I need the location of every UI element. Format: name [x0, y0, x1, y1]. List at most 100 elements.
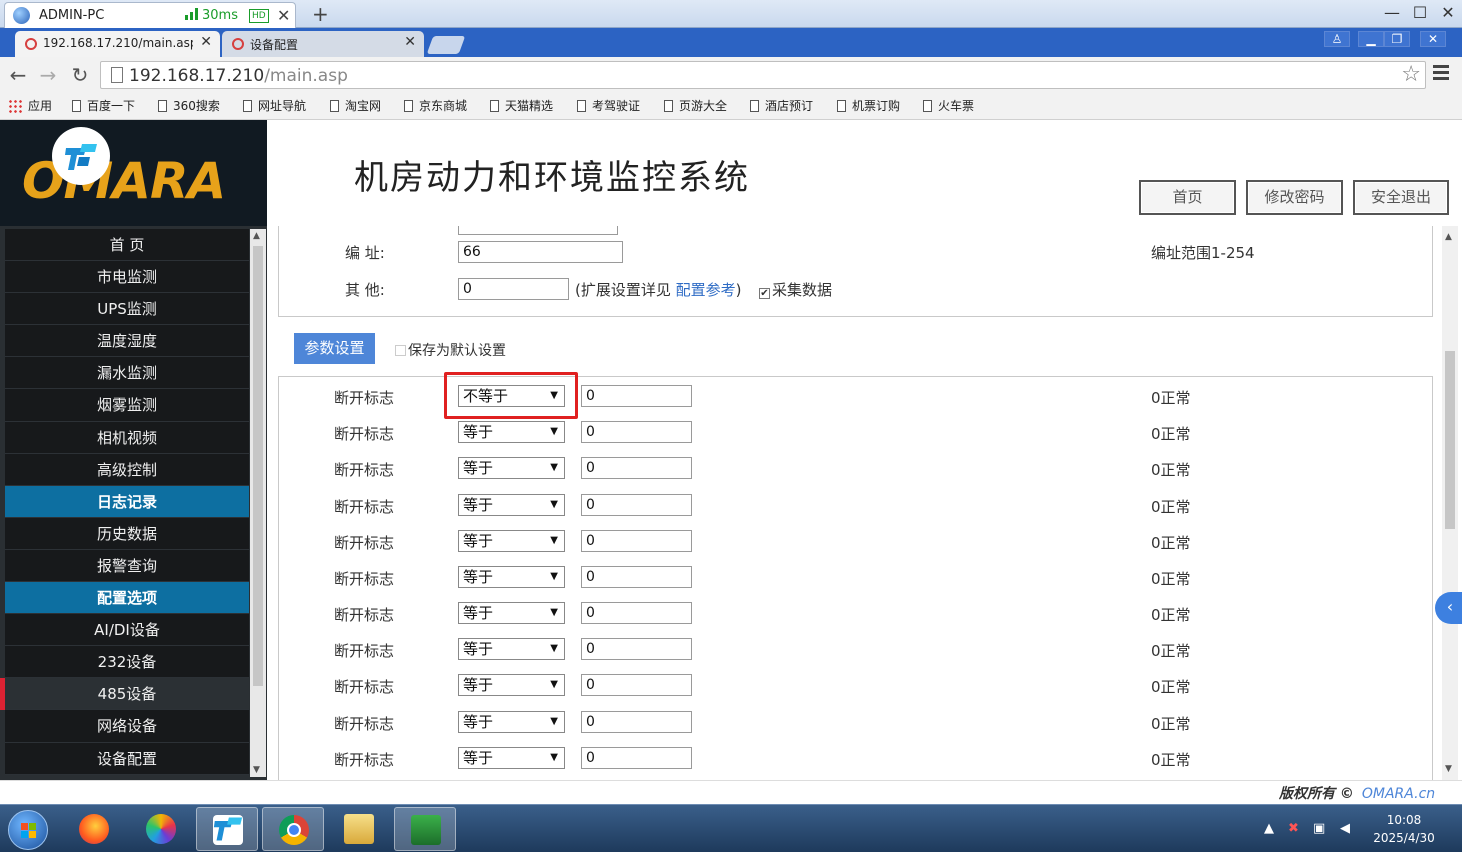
other-input[interactable]: 0: [458, 278, 569, 300]
threshold-input[interactable]: 0: [581, 602, 692, 624]
side-panel-toggle-button[interactable]: ‹: [1435, 592, 1462, 624]
operator-select[interactable]: 等于 ▼: [458, 602, 565, 624]
threshold-input[interactable]: 0: [581, 421, 692, 443]
address-bar[interactable]: 192.168.17.210/main.asp ☆: [100, 61, 1426, 89]
scroll-up-icon[interactable]: ▲: [253, 231, 260, 241]
taskbar-ai-app[interactable]: [130, 807, 192, 851]
forward-icon[interactable]: →: [36, 63, 60, 87]
system-clock[interactable]: 10:08 2025/4/30: [1368, 811, 1440, 847]
sidebar-item-ai-di-device[interactable]: AI/DI设备: [5, 614, 249, 647]
sidebar-item-device-config[interactable]: 设备配置: [5, 742, 249, 775]
browser-restore-icon[interactable]: ❐: [1384, 31, 1410, 47]
sidebar-item-alarm-query[interactable]: 报警查询: [5, 549, 249, 583]
param-settings-button[interactable]: 参数设置: [294, 333, 375, 364]
sidebar-item-network-device[interactable]: 网络设备: [5, 710, 249, 743]
browser-tab-main[interactable]: 192.168.17.210/main.asp ✕: [15, 31, 220, 57]
close-tab-icon[interactable]: ✕: [277, 6, 290, 25]
sidebar-item-history-data[interactable]: 历史数据: [5, 517, 249, 550]
bookmark-item[interactable]: 机票订购: [837, 97, 900, 114]
operator-select[interactable]: 等于 ▼: [458, 566, 565, 588]
bookmark-item[interactable]: 百度一下: [72, 97, 135, 114]
bookmark-item[interactable]: 网址导航: [243, 97, 306, 114]
url-text[interactable]: 192.168.17.210/main.asp: [129, 66, 348, 86]
content-scroll-thumb[interactable]: [1445, 351, 1455, 529]
browser-tab-device-config[interactable]: 设备配置 ✕: [222, 31, 424, 57]
threshold-input[interactable]: 0: [581, 711, 692, 733]
sidebar-item-smoke[interactable]: 烟雾监测: [5, 389, 249, 422]
new-session-icon[interactable]: +: [312, 2, 329, 26]
tray-expand-icon[interactable]: ▲: [1264, 821, 1274, 836]
sidebar-item-water-leak[interactable]: 漏水监测: [5, 357, 249, 390]
operator-select[interactable]: 等于 ▼: [458, 530, 565, 552]
bookmark-item[interactable]: 京东商城: [404, 97, 467, 114]
checkbox-icon[interactable]: [395, 345, 406, 356]
sidebar-item-camera-video[interactable]: 相机视频: [5, 421, 249, 454]
operator-select[interactable]: 等于 ▼: [458, 457, 565, 479]
bookmark-apps[interactable]: 应用: [8, 97, 52, 114]
remote-session-tab[interactable]: ADMIN-PC 30ms HD ✕: [4, 2, 296, 28]
sidebar-item-485-device[interactable]: 485设备: [0, 678, 249, 711]
scroll-up-icon[interactable]: ▲: [1445, 232, 1452, 242]
threshold-input[interactable]: 0: [581, 530, 692, 552]
collect-data-checkbox[interactable]: ✔ 采集数据: [759, 279, 832, 300]
operator-select[interactable]: 等于 ▼: [458, 421, 565, 443]
sidebar-scroll-thumb[interactable]: [253, 246, 263, 686]
home-button[interactable]: 首页: [1139, 180, 1236, 215]
sidebar-item-232-device[interactable]: 232设备: [5, 646, 249, 679]
config-reference-link[interactable]: 配置参考: [676, 281, 736, 299]
operator-select[interactable]: 等于 ▼: [458, 638, 565, 660]
threshold-input[interactable]: 0: [581, 638, 692, 660]
operator-select[interactable]: 等于 ▼: [458, 711, 565, 733]
bookmark-item[interactable]: 页游大全: [664, 97, 727, 114]
browser-close-icon[interactable]: ✕: [1420, 31, 1446, 47]
bookmark-item[interactable]: 酒店预订: [750, 97, 813, 114]
logout-button[interactable]: 安全退出: [1353, 180, 1449, 215]
device-icon[interactable]: ▣: [1313, 821, 1325, 836]
threshold-input[interactable]: 0: [581, 566, 692, 588]
close-window-icon[interactable]: ✕: [1436, 3, 1460, 22]
scroll-down-icon[interactable]: ▼: [253, 765, 260, 775]
taskbar-chrome[interactable]: [262, 807, 324, 851]
checkbox-checked-icon[interactable]: ✔: [759, 288, 770, 299]
scroll-down-icon[interactable]: ▼: [1445, 764, 1452, 774]
sidebar-item-temperature-humidity[interactable]: 温度湿度: [5, 325, 249, 358]
operator-select[interactable]: 等于 ▼: [458, 674, 565, 696]
threshold-input[interactable]: 0: [581, 494, 692, 516]
brand-link[interactable]: OMARA.cn: [1362, 786, 1435, 802]
minimize-icon[interactable]: —: [1380, 3, 1404, 22]
save-default-checkbox[interactable]: 保存为默认设置: [395, 340, 506, 360]
sidebar-item-home[interactable]: 首 页: [5, 229, 249, 262]
operator-select[interactable]: 等于 ▼: [458, 494, 565, 516]
browser-minimize-icon[interactable]: ▁: [1358, 31, 1384, 47]
close-tab-icon[interactable]: ✕: [200, 34, 212, 50]
threshold-input[interactable]: 0: [581, 747, 692, 769]
sidebar-section-log[interactable]: 日志记录: [5, 485, 249, 518]
threshold-input[interactable]: 0: [581, 457, 692, 479]
taskbar-omara-app[interactable]: [196, 807, 258, 851]
new-tab-button[interactable]: [426, 36, 466, 54]
bookmark-item[interactable]: 火车票: [923, 97, 974, 114]
maximize-icon[interactable]: ☐: [1408, 3, 1432, 22]
address-input[interactable]: 66: [458, 241, 623, 263]
back-icon[interactable]: ←: [6, 63, 30, 87]
cut-off-input[interactable]: [458, 226, 618, 235]
change-password-button[interactable]: 修改密码: [1246, 180, 1343, 215]
threshold-input[interactable]: 0: [581, 674, 692, 696]
sidebar-section-config[interactable]: 配置选项: [5, 582, 249, 615]
network-error-icon[interactable]: ✖: [1288, 821, 1299, 836]
bookmark-item[interactable]: 考驾驶证: [577, 97, 640, 114]
bookmark-item[interactable]: 淘宝网: [330, 97, 381, 114]
bookmark-item[interactable]: 360搜索: [158, 97, 220, 114]
threshold-input[interactable]: 0: [581, 385, 692, 407]
volume-icon[interactable]: ◀: [1340, 821, 1350, 836]
taskbar-remote-app[interactable]: [394, 807, 456, 851]
bookmark-star-icon[interactable]: ☆: [1401, 62, 1421, 87]
reload-icon[interactable]: ↻: [68, 63, 92, 87]
content-scrollbar[interactable]: ▲ ▼: [1442, 226, 1458, 780]
sidebar-scrollbar[interactable]: ▲ ▼: [250, 229, 266, 777]
sidebar-item-advanced-control[interactable]: 高级控制: [5, 453, 249, 486]
taskbar-firefox[interactable]: [63, 807, 125, 851]
sidebar-item-mains-monitor[interactable]: 市电监测: [5, 261, 249, 294]
menu-icon[interactable]: [1433, 65, 1449, 81]
bookmark-item[interactable]: 天猫精选: [490, 97, 553, 114]
